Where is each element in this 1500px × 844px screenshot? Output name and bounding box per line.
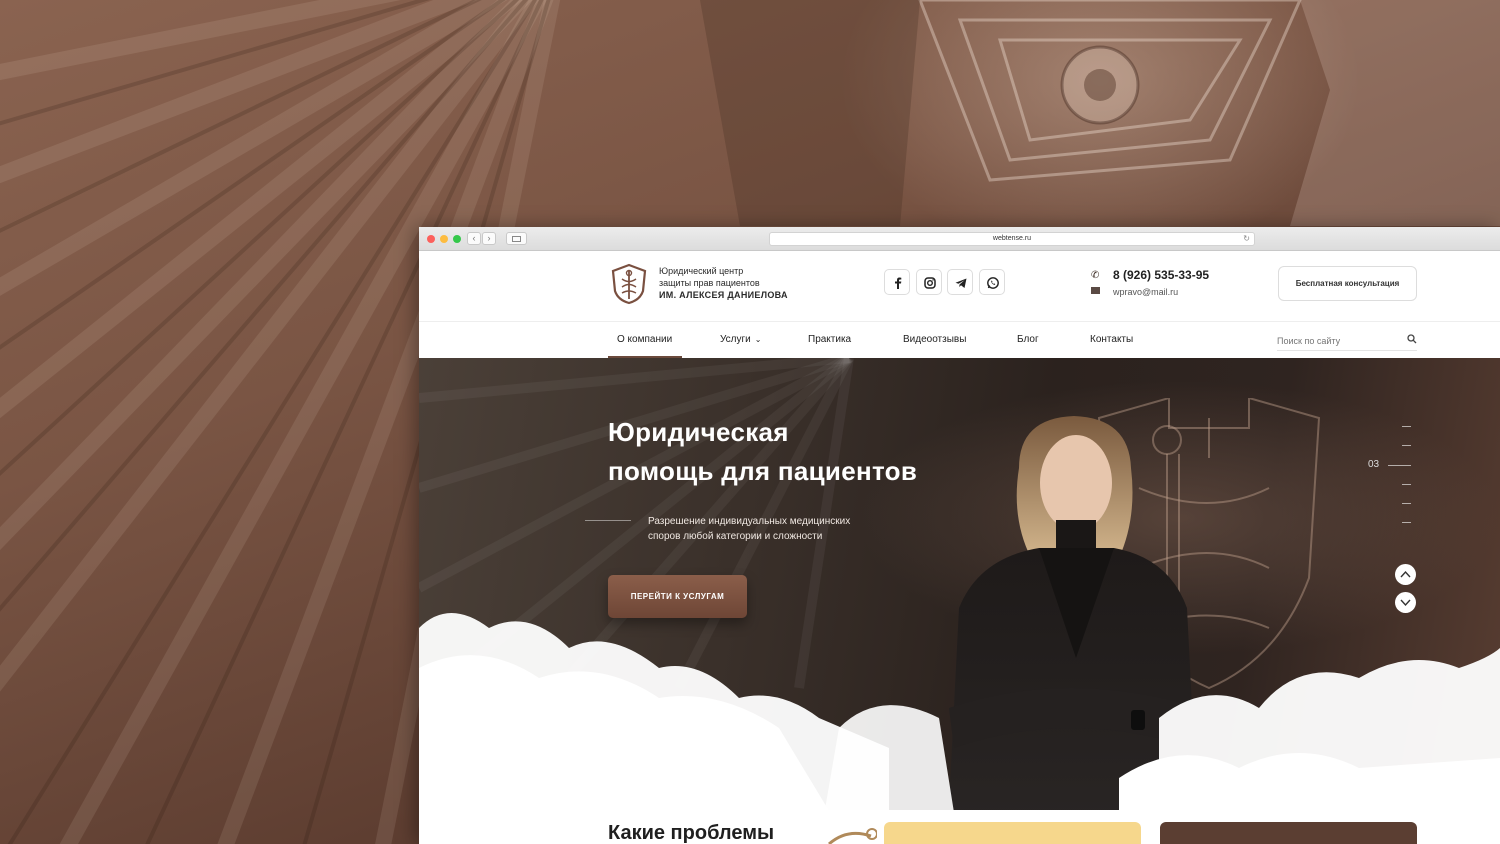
go-to-services-button[interactable]: ПЕРЕЙТИ К УСЛУГАМ (608, 575, 747, 618)
slide-prev-button[interactable] (1395, 564, 1416, 585)
nav-item-about[interactable]: О компании (617, 334, 672, 345)
hero-divider (585, 520, 631, 521)
search-icon[interactable] (1407, 334, 1417, 344)
hero-title: Юридическая помощь для пациентов (608, 413, 917, 491)
hero-title-line-1: Юридическая (608, 417, 789, 447)
nav-item-contacts[interactable]: Контакты (1090, 334, 1133, 345)
main-nav: О компании Услуги ⌄ Практика Видеоотзывы … (419, 321, 1500, 359)
chevron-down-icon (1400, 599, 1411, 607)
browser-back-button[interactable]: ‹ (467, 232, 481, 245)
logo-line-2: защиты прав пациентов (659, 278, 760, 288)
email-link[interactable]: wpravo@mail.ru (1113, 287, 1178, 297)
close-window-button[interactable] (427, 235, 435, 243)
browser-window: ‹ › webtense.ru ↻ Юридический центр защи… (419, 227, 1500, 844)
maximize-window-button[interactable] (453, 235, 461, 243)
nav-item-services-label: Услуги (720, 334, 751, 345)
instagram-icon (924, 277, 936, 289)
hero-title-line-2: помощь для пациентов (608, 456, 918, 486)
sidebar-icon (512, 236, 521, 242)
reload-icon[interactable]: ↻ (1243, 233, 1250, 245)
chevron-up-icon (1400, 570, 1411, 578)
slide-indicator-1[interactable] (1402, 426, 1411, 427)
problem-card-1[interactable] (884, 822, 1141, 844)
caduceus-icon (828, 828, 877, 844)
search-input[interactable] (1277, 331, 1417, 351)
nav-item-video-reviews[interactable]: Видеоотзывы (903, 334, 966, 345)
logo-shield-icon[interactable] (610, 263, 648, 305)
address-bar[interactable]: webtense.ru ↻ (769, 232, 1255, 246)
problems-section: Какие проблемы (419, 810, 1500, 844)
logo-line-1: Юридический центр (659, 266, 744, 276)
browser-forward-button[interactable]: › (482, 232, 496, 245)
telegram-icon (955, 278, 967, 288)
nav-item-blog[interactable]: Блог (1017, 334, 1039, 345)
nav-item-services[interactable]: Услуги ⌄ (720, 334, 761, 345)
facebook-button[interactable] (884, 269, 910, 295)
whatsapp-icon (987, 277, 999, 289)
hero-subtitle-line-2: споров любой категории и сложности (648, 531, 823, 542)
hero-subtitle-line-1: Разрешение индивидуальных медицинских (648, 516, 851, 527)
slide-number: 03 (1368, 459, 1380, 470)
hero-banner: Юридическая помощь для пациентов Разреше… (419, 358, 1500, 844)
browser-titlebar: ‹ › webtense.ru ↻ (419, 227, 1500, 251)
address-bar-url: webtense.ru (992, 235, 1032, 242)
slide-next-button[interactable] (1395, 592, 1416, 613)
problem-card-2[interactable] (1160, 822, 1417, 844)
site-header: Юридический центр защиты прав пациентов … (419, 251, 1500, 321)
phone-number[interactable]: 8 (926) 535-33-95 (1113, 268, 1209, 282)
slide-indicator-5[interactable] (1402, 503, 1411, 504)
slide-indicator-2[interactable] (1402, 445, 1411, 446)
logo-line-3: ИМ. АЛЕКСЕЯ ДАНИЕЛОВА (659, 290, 788, 300)
facebook-icon (895, 277, 902, 289)
slide-indicator-6[interactable] (1402, 522, 1411, 523)
phone-icon: ✆ (1091, 270, 1100, 281)
sidebar-toggle-button[interactable] (506, 232, 527, 245)
hero-subtitle: Разрешение индивидуальных медицинских сп… (648, 514, 850, 544)
nav-item-practice[interactable]: Практика (808, 334, 851, 345)
clouds-decoration (419, 613, 1500, 844)
section-title: Какие проблемы (608, 822, 775, 844)
free-consultation-button[interactable]: Бесплатная консультация (1278, 266, 1417, 301)
whatsapp-button[interactable] (979, 269, 1005, 295)
chevron-down-icon: ⌄ (754, 335, 762, 344)
slide-indicator-4[interactable] (1402, 484, 1411, 485)
telegram-button[interactable] (947, 269, 973, 295)
instagram-button[interactable] (916, 269, 942, 295)
minimize-window-button[interactable] (440, 235, 448, 243)
logo-text[interactable]: Юридический центр защиты прав пациентов … (659, 265, 788, 301)
slide-indicator-3-active[interactable] (1388, 465, 1411, 466)
mail-icon (1091, 287, 1100, 294)
